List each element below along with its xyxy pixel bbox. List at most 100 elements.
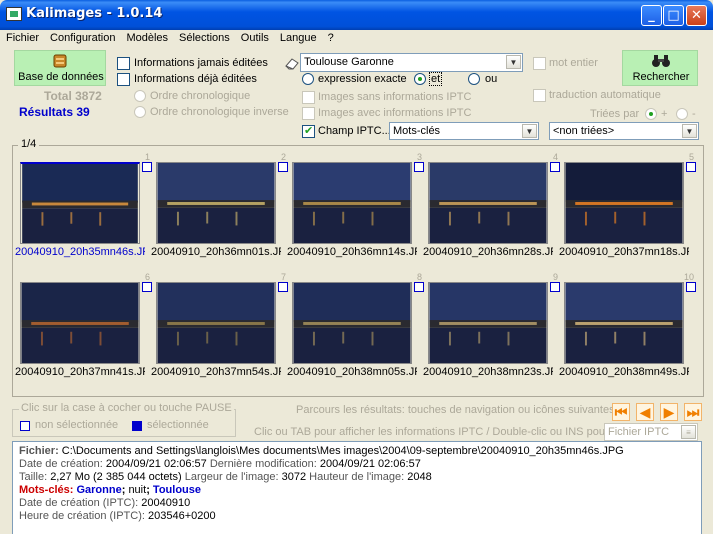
thumbnail-item[interactable]: 8 20040910_20h38mn05s.JPG [287,272,426,391]
file-path: C:\Documents and Settings\langlois\Mes d… [61,445,624,457]
thumbnail-filename: 20040910_20h38mn49s.JPG [559,366,689,378]
exact-expression-label: expression exacte [318,73,407,85]
unselected-swatch [20,421,30,431]
chrono-order-radio[interactable] [134,90,146,102]
thumbnail-image[interactable] [564,162,684,244]
thumbnail-number: 3 [416,152,422,162]
maximize-button[interactable]: □ [663,5,684,26]
thumbnail-number: 1 [144,152,150,162]
menu-fichier[interactable]: Fichier [0,30,44,44]
thumbnail-image[interactable] [292,282,412,364]
close-button[interactable]: ✕ [686,5,707,26]
thumbnail-select-checkbox[interactable] [550,282,560,292]
chevron-down-icon[interactable]: ▼ [522,124,537,138]
thumbnail-image[interactable] [292,162,412,244]
exact-expression-radio[interactable] [302,73,314,85]
thumbnail-image[interactable] [20,162,140,244]
thumbnail-filename: 20040910_20h37mn41s.JPG [15,366,145,378]
already-edited-checkbox[interactable] [117,73,130,86]
selected-swatch [132,421,142,431]
thumbnail-item[interactable]: 3 20040910_20h36mn14s.JPG [287,152,426,271]
menu-selections[interactable]: Sélections [173,30,235,44]
without-iptc-label: Images sans informations IPTC [318,91,472,103]
last-page-icon[interactable]: ⏭ [684,403,702,421]
keywords-line: Mots-clés: Garonne; nuit; Toulouse [19,484,201,496]
thumbnail-select-checkbox[interactable] [414,282,424,292]
thumbnail-image[interactable] [156,282,276,364]
thumbnail-item[interactable]: 5 20040910_20h37mn18s.JPG [559,152,698,271]
previous-page-icon[interactable]: ◀ [636,403,654,421]
and-label: et [429,72,443,86]
sort-minus-radio[interactable] [676,108,688,120]
thumbnail-item[interactable]: 9 20040910_20h38mn23s.JPG [423,272,562,391]
thumbnail-select-checkbox[interactable] [142,162,152,172]
menu-modeles[interactable]: Modèles [120,30,173,44]
thumbnail-item[interactable]: 10 20040910_20h38mn49s.JPG [559,272,698,391]
next-page-icon[interactable]: ▶ [660,403,678,421]
chevron-down-icon[interactable]: ▼ [682,124,697,138]
iptc-field-label: Champ IPTC... [318,125,391,137]
stepper-icon[interactable]: ≡ [681,425,696,439]
first-page-icon[interactable]: ⏮ [612,403,630,421]
search-query-combo[interactable]: Toulouse Garonne ▼ [300,53,523,72]
thumbnail-item[interactable]: 7 20040910_20h37mn54s.JPG [151,272,290,391]
chevron-down-icon[interactable]: ▼ [506,55,521,69]
iptc-file-value: Fichier IPTC [608,426,670,438]
sort-combo[interactable]: <non triées> ▼ [549,122,699,140]
and-radio[interactable] [414,73,426,85]
size-line: Taille: 2,27 Mo (2 385 044 octets) Large… [19,471,432,483]
database-button[interactable]: Base de données [14,50,106,86]
menu-langue[interactable]: Langue [274,30,322,44]
thumbnail-item[interactable]: 2 20040910_20h36mn01s.JPG [151,152,290,271]
thumbnail-select-checkbox[interactable] [686,162,696,172]
iptc-file-field[interactable]: Fichier IPTC ≡ [604,423,698,441]
chrono-reverse-radio[interactable] [134,106,146,118]
with-iptc-checkbox[interactable] [302,107,315,120]
thumbnail-select-checkbox[interactable] [686,282,696,292]
thumbnail-number: 8 [416,272,422,282]
thumbnail-image[interactable] [564,282,684,364]
thumbnail-select-checkbox[interactable] [142,282,152,292]
search-button[interactable]: Rechercher [622,50,698,86]
thumbnail-image[interactable] [20,282,140,364]
thumbnail-item[interactable]: 1 20040910_20h35mn46s.JPG [15,152,154,271]
thumbnail-filename: 20040910_20h37mn54s.JPG [151,366,281,378]
menu-help[interactable]: ? [322,30,339,44]
thumbnail-item[interactable]: 6 20040910_20h37mn41s.JPG [15,272,154,391]
menu-configuration[interactable]: Configuration [44,30,120,44]
thumbnail-number: 6 [144,272,150,282]
thumbnail-filename: 20040910_20h36mn01s.JPG [151,246,281,258]
thumbnail-filename: 20040910_20h37mn18s.JPG [559,246,689,258]
minimize-button[interactable]: _ [641,5,662,26]
thumbnail-number: 9 [552,272,558,282]
without-iptc-checkbox[interactable] [302,91,315,104]
chrono-reverse-label: Ordre chronologique inverse [150,106,289,118]
menu-outils[interactable]: Outils [235,30,274,44]
thumbnail-image[interactable] [428,282,548,364]
thumbnail-select-checkbox[interactable] [550,162,560,172]
thumbnail-select-checkbox[interactable] [414,162,424,172]
or-radio[interactable] [468,73,480,85]
iptc-field-value: Mots-clés [393,125,441,137]
sort-plus-radio[interactable] [645,108,657,120]
thumbnail-select-checkbox[interactable] [278,162,288,172]
iptc-date-line: Date de création (IPTC): 20040910 [19,497,191,509]
thumbnail-number: 10 [683,272,694,282]
eraser-icon[interactable] [284,56,300,70]
thumbnail-filename: 20040910_20h36mn14s.JPG [287,246,417,258]
thumbnail-image[interactable] [156,162,276,244]
iptc-field-combo[interactable]: Mots-clés ▼ [389,122,539,140]
iptc-field-checkbox[interactable] [302,124,315,138]
legend-selected: sélectionnée [147,419,209,431]
thumbnail-filename: 20040910_20h38mn23s.JPG [423,366,553,378]
whole-word-checkbox[interactable] [533,57,546,70]
thumbnail-select-checkbox[interactable] [278,282,288,292]
title-bar[interactable]: Kalimages - 1.0.14 _ □ ✕ [0,0,713,30]
never-edited-label: Informations jamais éditées [134,57,268,69]
auto-translate-checkbox[interactable] [533,89,546,102]
thumbnail-image[interactable] [428,162,548,244]
navigation-hint: Parcours les résultats: touches de navig… [296,404,615,416]
thumbnail-item[interactable]: 4 20040910_20h36mn28s.JPG [423,152,562,271]
thumbnail-number: 4 [552,152,558,162]
never-edited-checkbox[interactable] [117,57,130,70]
